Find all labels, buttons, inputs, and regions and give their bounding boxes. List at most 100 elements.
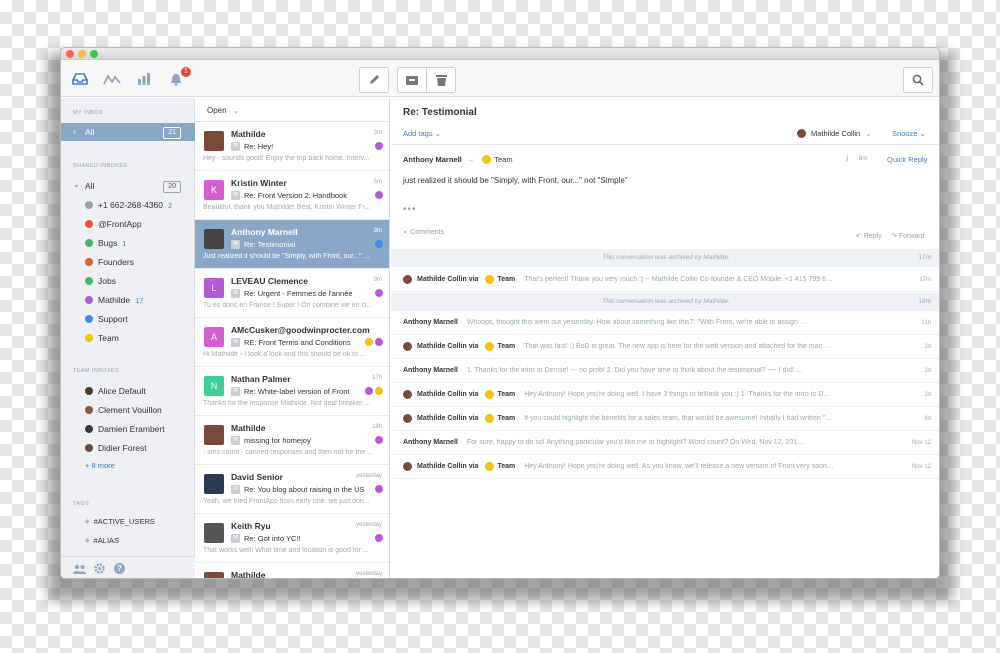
thread-message[interactable]: Mathilde Collin via Team If you could high… bbox=[391, 407, 939, 431]
comments-button[interactable]: ◖ Comments bbox=[403, 229, 444, 236]
conversation-time: 18h bbox=[371, 424, 382, 430]
thread-message[interactable]: Anthony Marnell 1. Thanks for the intro t… bbox=[391, 359, 939, 383]
trash-button[interactable] bbox=[426, 67, 456, 93]
conversation-item[interactable]: Mathilde ✉ Re: Hey! Hey - sounds good! Enjo… bbox=[195, 122, 389, 171]
sidebar-item-team[interactable]: Damien Erambert bbox=[85, 421, 165, 437]
snooze-button[interactable]: Snooze ⌄ bbox=[892, 129, 926, 138]
sender-name: Kristin Winter bbox=[231, 178, 287, 188]
conversation-item[interactable]: A AMcCusker@goodwinprocter.com ✉ RE: Front … bbox=[195, 318, 389, 367]
sidebar-item-shared[interactable]: Mathilde 17 bbox=[85, 292, 143, 308]
tag-icon: ◆ bbox=[85, 537, 90, 544]
count-label: 2 bbox=[168, 200, 173, 210]
thread-message[interactable]: Anthony Marnell Whoops, thought this went… bbox=[391, 311, 939, 335]
compose-button[interactable] bbox=[359, 67, 389, 93]
sidebar-item-team[interactable]: Clement Vouillon bbox=[85, 402, 162, 418]
message-time: 11h bbox=[921, 319, 931, 326]
avatar bbox=[403, 390, 412, 399]
avatar bbox=[403, 342, 412, 351]
reply-button[interactable]: ↶ Reply bbox=[856, 232, 882, 240]
conversation-item[interactable]: N Nathan Palmer ✉ Re: White-label version o… bbox=[195, 367, 389, 416]
sidebar-item-shared-all[interactable]: ⌄ All 20 bbox=[61, 178, 195, 194]
gear-icon[interactable] bbox=[94, 563, 105, 576]
conversation-item[interactable]: Mathilde yesterday bbox=[195, 563, 389, 578]
avatar bbox=[204, 131, 224, 151]
sender-name: Mathilde bbox=[231, 129, 266, 139]
message-snippet: Hey Anthony! Hope you're doing well. As … bbox=[524, 463, 834, 470]
thread-message[interactable]: Mathilde Collin via Team That was fast! :)… bbox=[391, 335, 939, 359]
activity-icon[interactable] bbox=[103, 71, 121, 87]
avatar bbox=[85, 425, 93, 433]
preview-text: Just realized it should be "Simply, with… bbox=[203, 253, 370, 260]
conversation-item[interactable]: K Kristin Winter ✉ Re: Front Version 2: Han… bbox=[195, 171, 389, 220]
zoom-window-button[interactable] bbox=[90, 50, 98, 58]
sender-name: Mathilde bbox=[231, 423, 266, 433]
sidebar-item-shared[interactable]: Founders bbox=[85, 254, 134, 270]
message-sender: Mathilde Collin via bbox=[417, 343, 479, 350]
inbox-indicators bbox=[375, 534, 383, 542]
subject-line: ✉ RE: Front Terms and Conditions bbox=[231, 338, 351, 347]
sidebar-item-shared[interactable]: Jobs bbox=[85, 273, 116, 289]
message-snippet: Hey Anthony! Hope you're doing well. I h… bbox=[524, 391, 834, 398]
more-team-link[interactable]: + 8 more bbox=[85, 457, 115, 473]
conversation-item[interactable]: L LEVEAU Clemence ✉ Re: Urgent - Femmes de … bbox=[195, 269, 389, 318]
thread-message[interactable]: Anthony Marnell For sure, happy to do so!… bbox=[391, 431, 939, 455]
forward-button[interactable]: ↷ Forward bbox=[891, 232, 925, 240]
quick-reply-button[interactable]: Quick Reply bbox=[887, 155, 927, 164]
archive-button[interactable] bbox=[397, 67, 427, 93]
sidebar-item-team[interactable]: Alice Default bbox=[85, 383, 146, 399]
archived-text: This conversation was archived by Mathil… bbox=[602, 254, 730, 261]
sender-name: Nathan Palmer bbox=[231, 374, 291, 384]
inbox-dot-icon bbox=[375, 240, 383, 248]
users-icon[interactable] bbox=[73, 564, 86, 576]
forward-icon: ↷ bbox=[891, 233, 897, 240]
thread-message[interactable]: Mathilde Collin via Team Hey Anthony! Hope… bbox=[391, 383, 939, 407]
conversation-item[interactable]: David Senior ✉ Re: You blog about raising … bbox=[195, 465, 389, 514]
inbox-icon bbox=[85, 296, 93, 304]
avatar bbox=[204, 425, 224, 445]
assignee-dropdown[interactable]: Mathilde Collin ⌄ bbox=[797, 129, 872, 138]
subject-line: ✉ Re: Urgent - Femmes de l'année bbox=[231, 289, 353, 298]
sidebar-item-shared[interactable]: Support bbox=[85, 311, 128, 327]
stats-icon[interactable] bbox=[135, 71, 153, 87]
search-button[interactable] bbox=[903, 67, 933, 93]
team-label: Team bbox=[497, 391, 516, 398]
inbox-indicators bbox=[375, 240, 383, 248]
subject-line: ✉ Re: White-label version of Front bbox=[231, 387, 349, 396]
sidebar-item-tag[interactable]: ◆ #ACTIVE_USERS bbox=[85, 513, 155, 529]
message-time: 2d bbox=[924, 367, 931, 374]
shared-inboxes-heading: SHARED INBOXES bbox=[73, 163, 128, 169]
minimize-window-button[interactable] bbox=[78, 50, 86, 58]
add-tags-button[interactable]: Add tags ⌄ bbox=[403, 129, 441, 138]
help-icon[interactable]: ? bbox=[114, 563, 125, 574]
conversation-item[interactable]: Anthony Marnell ✉ Re: Testimonial Just real… bbox=[195, 220, 389, 269]
comment-icon: ◖ bbox=[403, 229, 408, 236]
list-filter[interactable]: Open ⌄ bbox=[195, 98, 389, 122]
title-bar bbox=[61, 48, 939, 60]
sidebar-item-shared[interactable]: @FrontApp bbox=[85, 216, 142, 232]
sidebar-item-shared[interactable]: Team bbox=[85, 330, 119, 346]
team-icon bbox=[485, 414, 495, 423]
message-sender: Mathilde Collin via bbox=[417, 391, 479, 398]
sidebar-item-my-all[interactable]: › All 21 bbox=[61, 123, 195, 141]
more-dots-icon[interactable]: ••• bbox=[403, 204, 417, 215]
sidebar-item-label: Damien Erambert bbox=[98, 424, 165, 434]
message-snippet: That was fast! :) EoD is great. The new … bbox=[524, 343, 834, 350]
sidebar-item-label: Mathilde bbox=[98, 295, 131, 305]
avatar bbox=[85, 444, 93, 452]
app-window: 1 MY INBOX › All 21 SHARED INBOXES ⌄ All… bbox=[60, 47, 940, 579]
message-snippet: If you could highlight the benefits for … bbox=[524, 415, 834, 422]
sidebar-item-label: Didier Forest bbox=[98, 443, 147, 453]
sidebar-item-shared[interactable]: +1 662-268-4360 2 bbox=[85, 197, 172, 213]
thread-message[interactable]: Mathilde Collin via Team That's perfect! T… bbox=[391, 268, 939, 292]
sidebar-item-team[interactable]: Didier Forest bbox=[85, 440, 147, 456]
sidebar-item-tag[interactable]: ◆ #ALIAS bbox=[85, 532, 119, 548]
conversation-item[interactable]: Keith Ryu ✉ Re: Got into YC!! That works we… bbox=[195, 514, 389, 563]
inbox-icon[interactable] bbox=[71, 71, 89, 87]
sidebar-item-shared[interactable]: Bugs 1 bbox=[85, 235, 127, 251]
info-icon[interactable]: i bbox=[846, 154, 848, 164]
conversation-item[interactable]: Mathilde ✉ missing for homejoy - sms count … bbox=[195, 416, 389, 465]
message-snippet: For sure, happy to do so! Anything parti… bbox=[466, 439, 807, 446]
subject-text: missing for homejoy bbox=[244, 436, 311, 445]
close-window-button[interactable] bbox=[66, 50, 74, 58]
thread-message[interactable]: Mathilde Collin via Team Hey Anthony! Hope… bbox=[391, 455, 939, 479]
